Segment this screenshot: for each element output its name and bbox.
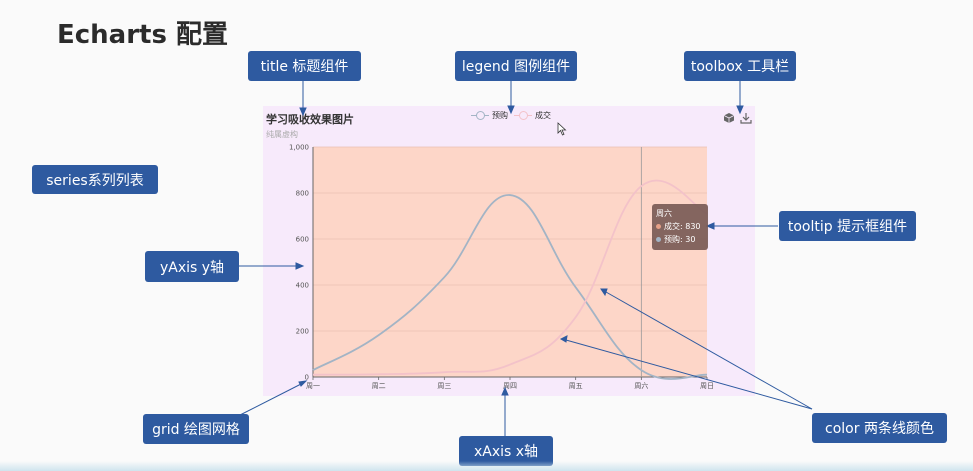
x-tick-label: 周三 — [437, 382, 451, 390]
y-tick-label: 0 — [305, 374, 309, 382]
tooltip-row: 成交: 830 — [656, 220, 704, 233]
tooltip-annotation-label: tooltip 提示框组件 — [779, 211, 916, 241]
x-tick-label: 周五 — [569, 382, 583, 390]
series-dot-icon — [656, 224, 661, 229]
tooltip-row: 预购: 30 — [656, 233, 704, 246]
bottom-wave-decoration — [0, 461, 973, 471]
legend-annotation-label: legend 图例组件 — [455, 51, 577, 81]
series-annotation-label: series系列列表 — [32, 165, 158, 194]
yaxis-annotation-label: yAxis y轴 — [145, 251, 239, 282]
y-tick-label: 200 — [296, 328, 309, 336]
grid-annotation-label: grid 绘图网格 — [143, 414, 249, 444]
color-annotation-label: color 两条线颜色 — [812, 413, 947, 443]
y-tick-label: 800 — [296, 190, 309, 198]
tooltip-row-label: 成交: 830 — [664, 222, 701, 231]
cursor-icon — [557, 122, 567, 136]
x-tick-label: 周六 — [634, 381, 648, 390]
chart-tooltip: 周六 成交: 830 预购: 30 — [652, 204, 708, 250]
x-tick-label: 周二 — [372, 382, 386, 390]
y-axis-ticks: 0 200 400 600 800 1,000 — [289, 144, 309, 382]
tooltip-title: 周六 — [656, 209, 672, 218]
x-axis-ticks: 周一 周二 周三 周四 周五 周六 周日 — [306, 377, 714, 390]
series-dot-icon — [656, 237, 661, 242]
x-tick-label: 周一 — [306, 382, 320, 390]
x-tick-label: 周日 — [700, 382, 714, 390]
y-tick-label: 400 — [296, 282, 309, 290]
y-tick-label: 600 — [296, 236, 309, 244]
y-tick-label: 1,000 — [289, 144, 309, 152]
title-annotation-label: title 标题组件 — [248, 51, 361, 81]
toolbox-annotation-label: toolbox 工具栏 — [684, 51, 796, 81]
tooltip-row-label: 预购: 30 — [664, 235, 696, 244]
